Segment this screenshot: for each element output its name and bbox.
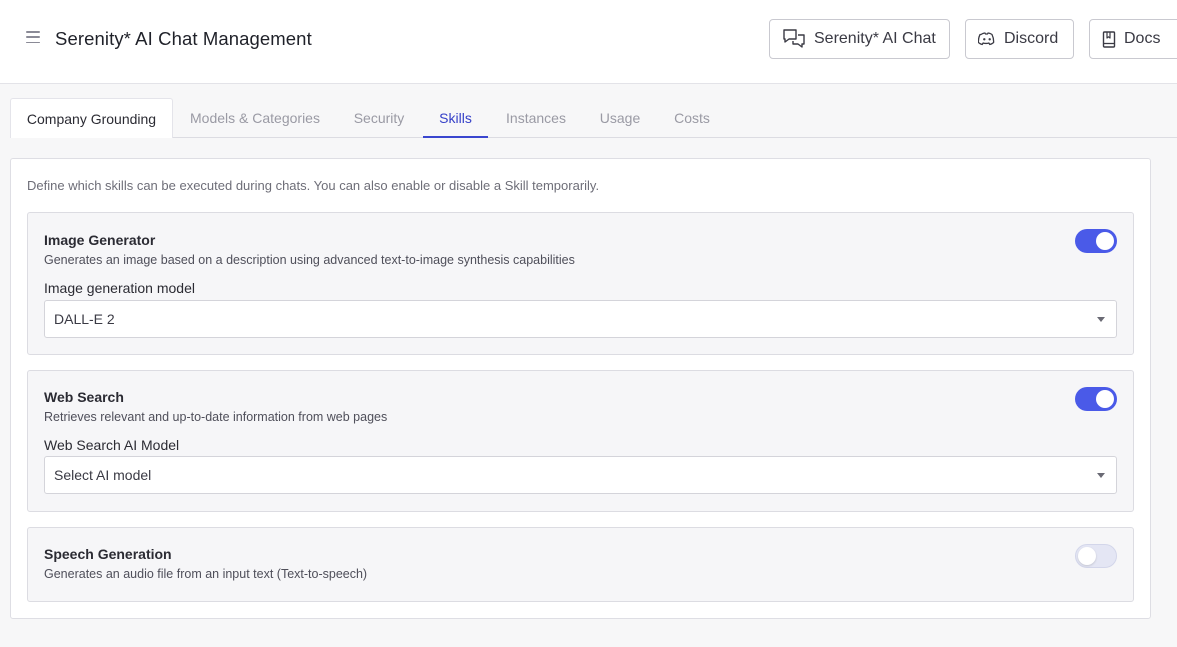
tab-usage[interactable]: Usage [588, 98, 652, 138]
skill-description: Generates an image based on a descriptio… [44, 253, 575, 267]
discord-button[interactable]: Discord [965, 19, 1074, 59]
skill-description: Generates an audio file from an input te… [44, 567, 368, 581]
tab-company-grounding[interactable]: Company Grounding [10, 98, 173, 138]
toggle-knob [1096, 232, 1114, 250]
caret-down-icon [1097, 317, 1105, 322]
skill-title: Image Generator [44, 232, 156, 248]
book-icon [1102, 30, 1116, 48]
tab-security[interactable]: Security [341, 98, 417, 138]
open-chat-button[interactable]: Serenity* AI Chat [769, 19, 950, 59]
speech-generation-toggle[interactable] [1075, 544, 1117, 568]
web-search-toggle[interactable] [1075, 387, 1117, 411]
tab-models-categories[interactable]: Models & Categories [177, 98, 333, 138]
docs-button[interactable]: Docs [1089, 19, 1177, 59]
docs-label: Docs [1124, 30, 1161, 47]
web-search-model-select[interactable]: Select AI model [44, 456, 1117, 494]
web-search-model-value: Select AI model [54, 467, 152, 483]
chat-bubbles-icon [783, 29, 805, 48]
caret-down-icon [1097, 473, 1105, 478]
skills-intro-text: Define which skills can be executed duri… [27, 178, 600, 193]
image-model-label: Image generation model [44, 280, 195, 296]
skill-card-web-search: Web Search Retrieves relevant and up-to-… [27, 370, 1134, 512]
skill-description: Retrieves relevant and up-to-date inform… [44, 410, 388, 424]
skill-card-speech-generation: Speech Generation Generates an audio fil… [27, 527, 1134, 602]
settings-tabs: Company Grounding Models & Categories Se… [10, 98, 1177, 138]
skills-panel: Define which skills can be executed duri… [10, 158, 1151, 619]
toggle-knob [1078, 547, 1096, 565]
app-title: Serenity* AI Chat Management [55, 28, 312, 49]
skill-title: Web Search [44, 389, 124, 405]
image-generator-toggle[interactable] [1075, 229, 1117, 253]
skill-card-image-generator: Image Generator Generates an image based… [27, 212, 1134, 355]
image-model-value: DALL-E 2 [54, 311, 115, 327]
tab-skills[interactable]: Skills [423, 98, 488, 138]
web-search-model-label: Web Search AI Model [44, 437, 180, 453]
toggle-knob [1096, 390, 1114, 408]
hamburger-menu-icon[interactable] [26, 31, 40, 43]
tab-instances[interactable]: Instances [495, 98, 577, 138]
skill-title: Speech Generation [44, 546, 172, 562]
discord-icon [978, 32, 995, 46]
discord-label: Discord [1004, 30, 1059, 47]
open-chat-label: Serenity* AI Chat [814, 30, 936, 47]
app-header: Serenity* AI Chat Management Serenity* A… [0, 0, 1177, 84]
image-model-select[interactable]: DALL-E 2 [44, 300, 1117, 338]
tab-costs[interactable]: Costs [662, 98, 722, 138]
